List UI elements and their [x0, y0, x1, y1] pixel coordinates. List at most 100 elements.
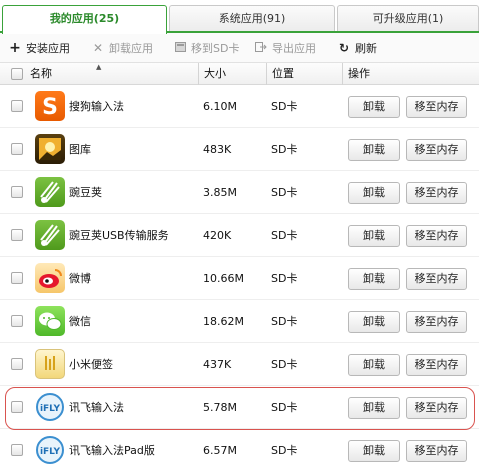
app-name: 微博: [69, 272, 91, 285]
row-checkbox[interactable]: [11, 143, 23, 155]
app-size: 6.10M: [203, 100, 237, 113]
tab-system-apps[interactable]: 系统应用(91): [169, 5, 335, 33]
ifly-pad-icon: iFLY: [35, 435, 65, 465]
sd-card-icon: [173, 33, 187, 63]
tab-my-apps[interactable]: 我的应用(25): [2, 5, 167, 34]
app-location: SD卡: [271, 358, 298, 371]
app-location: SD卡: [271, 315, 298, 328]
move-to-memory-button[interactable]: 移至内存: [406, 354, 467, 376]
move-to-memory-button[interactable]: 移至内存: [406, 397, 467, 419]
row-checkbox[interactable]: [11, 444, 23, 456]
export-app-label: 导出应用: [272, 42, 316, 55]
uninstall-button[interactable]: 卸载: [348, 268, 400, 290]
svg-text:iFLY: iFLY: [40, 404, 61, 414]
app-name: 讯飞输入法: [69, 401, 124, 414]
svg-text:S: S: [42, 95, 58, 120]
app-name: 小米便签: [69, 358, 113, 371]
install-app-label: 安装应用: [26, 42, 70, 55]
table-row: 图库 483K SD卡 卸载 移至内存: [0, 128, 479, 171]
wandoujia-usb-icon: [35, 220, 65, 250]
weibo-icon: [35, 263, 65, 293]
sort-ascending-icon: ▲: [96, 63, 102, 71]
app-location: SD卡: [271, 401, 298, 414]
select-all-checkbox[interactable]: [11, 68, 23, 80]
mi-notes-icon: [35, 349, 65, 379]
app-location: SD卡: [271, 444, 298, 457]
column-actions: 操作: [342, 63, 370, 85]
uninstall-button[interactable]: 卸载: [348, 139, 400, 161]
row-checkbox[interactable]: [11, 315, 23, 327]
app-size: 437K: [203, 358, 232, 371]
app-name: 搜狗输入法: [69, 100, 124, 113]
move-to-sd-label: 移到SD卡: [191, 42, 240, 55]
column-location[interactable]: 位置: [266, 63, 294, 85]
app-name: 豌豆荚USB传输服务: [69, 229, 169, 242]
move-to-memory-button[interactable]: 移至内存: [406, 182, 467, 204]
move-to-memory-button[interactable]: 移至内存: [406, 96, 467, 118]
toolbar: + 安装应用 ✕ 卸载应用 移到SD卡 导出应用 ↻ 刷新: [0, 33, 479, 63]
tab-bar: 我的应用(25) 系统应用(91) 可升级应用(1): [0, 0, 479, 34]
uninstall-button[interactable]: 卸载: [348, 354, 400, 376]
uninstall-button[interactable]: 卸载: [348, 440, 400, 462]
refresh-button[interactable]: ↻ 刷新: [337, 33, 377, 63]
install-app-button[interactable]: + 安装应用: [8, 33, 70, 63]
move-to-memory-button[interactable]: 移至内存: [406, 225, 467, 247]
table-row: 微博 10.66M SD卡 卸载 移至内存: [0, 257, 479, 300]
app-size: 483K: [203, 143, 232, 156]
move-to-memory-button[interactable]: 移至内存: [406, 268, 467, 290]
app-name: 豌豆荚: [69, 186, 102, 199]
column-name[interactable]: 名称: [30, 63, 52, 85]
row-checkbox[interactable]: [11, 358, 23, 370]
move-to-memory-button[interactable]: 移至内存: [406, 139, 467, 161]
table-row: 豌豆荚 3.85M SD卡 卸载 移至内存: [0, 171, 479, 214]
move-to-memory-button[interactable]: 移至内存: [406, 440, 467, 462]
app-size: 10.66M: [203, 272, 244, 285]
uninstall-app-label: 卸载应用: [109, 42, 153, 55]
app-name: 微信: [69, 315, 91, 328]
table-row: 微信 18.62M SD卡 卸载 移至内存: [0, 300, 479, 343]
sogou-icon: S: [35, 91, 65, 121]
plus-icon: +: [9, 40, 21, 56]
move-to-sd-button[interactable]: 移到SD卡: [173, 33, 239, 63]
uninstall-app-button[interactable]: ✕ 卸载应用: [91, 33, 153, 63]
app-size: 420K: [203, 229, 232, 242]
app-size: 18.62M: [203, 315, 244, 328]
app-location: SD卡: [271, 229, 298, 242]
table-row: iFLY 讯飞输入法Pad版 6.57M SD卡 卸载 移至内存: [0, 429, 479, 471]
export-app-button[interactable]: 导出应用: [254, 33, 316, 63]
x-icon: ✕: [92, 41, 104, 55]
wechat-icon: [35, 306, 65, 336]
app-location: SD卡: [271, 143, 298, 156]
table-row: iFLY 讯飞输入法 5.78M SD卡 卸载 移至内存: [0, 386, 479, 429]
row-checkbox[interactable]: [11, 186, 23, 198]
svg-text:iFLY: iFLY: [40, 447, 61, 457]
refresh-label: 刷新: [355, 42, 377, 55]
uninstall-button[interactable]: 卸载: [348, 397, 400, 419]
table-header: 名称 ▲ 大小 位置 操作: [0, 63, 479, 85]
uninstall-button[interactable]: 卸载: [348, 96, 400, 118]
table-row: 小米便签 437K SD卡 卸载 移至内存: [0, 343, 479, 386]
move-to-memory-button[interactable]: 移至内存: [406, 311, 467, 333]
export-icon: [254, 33, 268, 63]
row-checkbox[interactable]: [11, 272, 23, 284]
refresh-icon: ↻: [338, 41, 350, 55]
row-checkbox[interactable]: [11, 100, 23, 112]
app-name: 图库: [69, 143, 91, 156]
tab-upgradable-apps[interactable]: 可升级应用(1): [337, 5, 479, 33]
app-location: SD卡: [271, 186, 298, 199]
app-size: 6.57M: [203, 444, 237, 457]
row-checkbox[interactable]: [11, 401, 23, 413]
column-size[interactable]: 大小: [198, 63, 226, 85]
table-row: 豌豆荚USB传输服务 420K SD卡 卸载 移至内存: [0, 214, 479, 257]
app-name: 讯飞输入法Pad版: [69, 444, 155, 457]
app-size: 3.85M: [203, 186, 237, 199]
uninstall-button[interactable]: 卸载: [348, 225, 400, 247]
gallery-icon: [35, 134, 65, 164]
uninstall-button[interactable]: 卸载: [348, 311, 400, 333]
row-checkbox[interactable]: [11, 229, 23, 241]
ifly-icon: iFLY: [35, 392, 65, 422]
table-row: S 搜狗输入法 6.10M SD卡 卸载 移至内存: [0, 85, 479, 128]
uninstall-button[interactable]: 卸载: [348, 182, 400, 204]
wandoujia-icon: [35, 177, 65, 207]
app-location: SD卡: [271, 272, 298, 285]
